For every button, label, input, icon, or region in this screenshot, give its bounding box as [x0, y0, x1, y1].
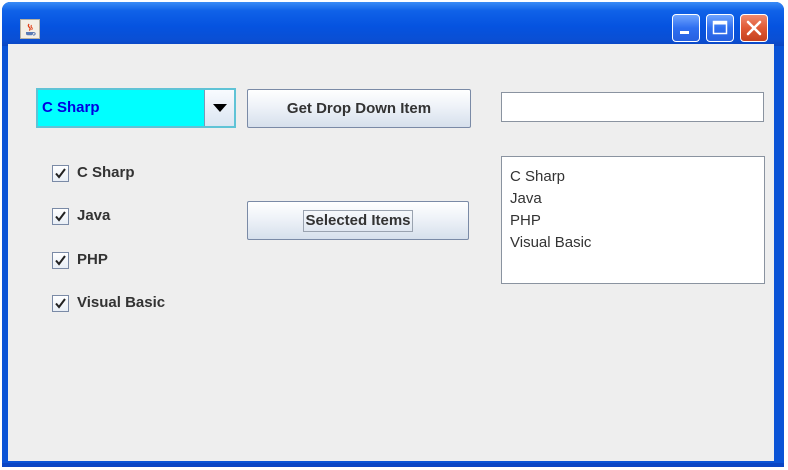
chevron-down-icon — [213, 104, 227, 112]
checkbox-box[interactable] — [52, 295, 69, 312]
checkbox-box[interactable] — [52, 208, 69, 225]
list-item[interactable]: Java — [510, 188, 764, 210]
window-bottom-border — [2, 463, 784, 467]
checkmark-icon — [55, 298, 66, 309]
java-coffee-cup-icon[interactable] — [20, 19, 40, 39]
title-bar[interactable] — [2, 2, 784, 46]
maximize-button[interactable] — [706, 14, 734, 42]
checkmark-icon — [55, 211, 66, 222]
selected-items-list[interactable]: C Sharp Java PHP Visual Basic — [501, 156, 765, 284]
checkbox-label: PHP — [77, 251, 108, 268]
maximize-icon — [712, 20, 728, 35]
checkbox-box[interactable] — [52, 165, 69, 182]
close-icon — [746, 20, 762, 36]
list-item[interactable]: PHP — [510, 210, 764, 232]
checkbox-label: Visual Basic — [77, 294, 166, 311]
list-item[interactable]: C Sharp — [510, 166, 764, 188]
get-drop-down-item-button[interactable]: Get Drop Down Item — [247, 89, 471, 128]
checkmark-icon — [55, 168, 66, 179]
checkbox-label: Java — [77, 207, 111, 224]
checkbox-box[interactable] — [52, 252, 69, 269]
language-combo-box[interactable]: C Sharp — [36, 88, 236, 128]
checkbox-label: C Sharp — [77, 164, 135, 181]
combo-selected-value: C Sharp — [42, 99, 100, 116]
close-button[interactable] — [740, 14, 768, 42]
selected-items-button[interactable]: Selected Items — [247, 201, 469, 240]
minimize-icon — [680, 31, 689, 34]
selected-items-label: Selected Items — [303, 210, 413, 232]
list-item[interactable]: Visual Basic — [510, 232, 764, 254]
combo-arrow-button[interactable] — [204, 90, 234, 126]
result-text-field[interactable] — [501, 92, 764, 122]
minimize-button[interactable] — [672, 14, 700, 42]
checkmark-icon — [55, 255, 66, 266]
